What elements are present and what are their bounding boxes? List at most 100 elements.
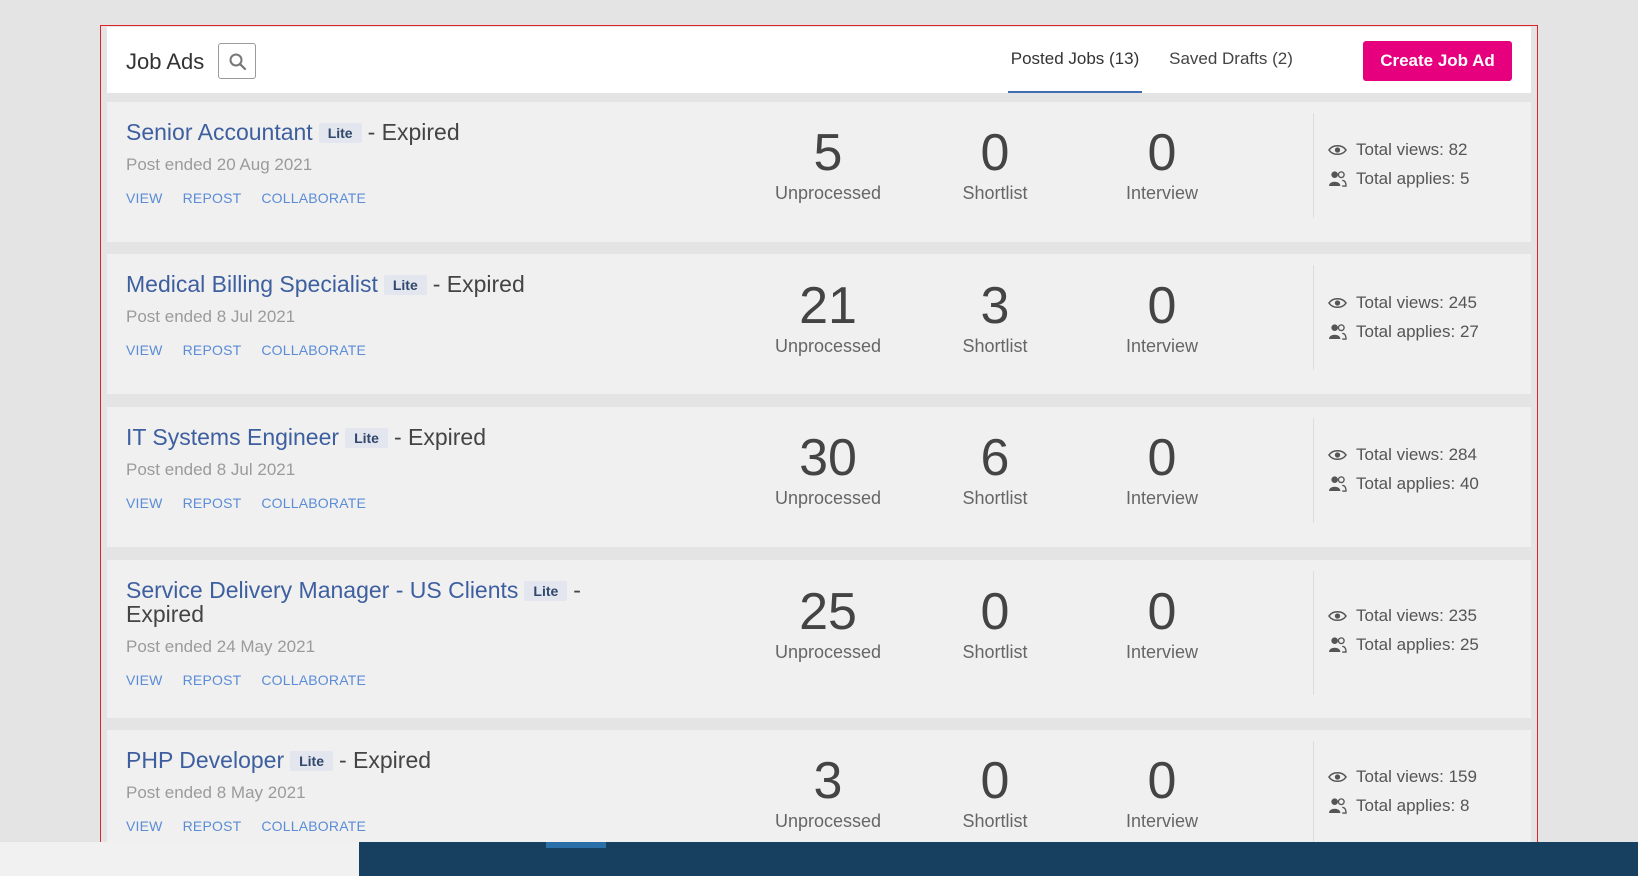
unprocessed-count: 5 [813, 124, 843, 182]
unprocessed-stat[interactable]: 25 Unprocessed [758, 585, 898, 663]
shortlist-count: 6 [980, 429, 1010, 487]
post-ended-date: Post ended 8 May 2021 [126, 783, 306, 802]
post-ended-date: Post ended 20 Aug 2021 [126, 155, 313, 174]
job-metrics: Total views: 284 Total applies: 40 [1328, 440, 1479, 498]
page-title: Job Ads [126, 49, 205, 74]
users-icon [1329, 637, 1347, 653]
collaborate-link[interactable]: COLLABORATE [261, 342, 366, 358]
job-title-link[interactable]: Senior Accountant [126, 119, 313, 145]
bottom-bar-left [0, 842, 359, 876]
shortlist-stat[interactable]: 0 Shortlist [925, 754, 1065, 832]
job-ads-panel: Job Ads Posted Jobs (13) Saved Drafts (2… [100, 25, 1538, 848]
unprocessed-label: Unprocessed [774, 336, 882, 356]
search-button[interactable] [218, 43, 256, 79]
interview-stat[interactable]: 0 Interview [1092, 126, 1232, 204]
interview-stat[interactable]: 0 Interview [1092, 754, 1232, 832]
job-title-link[interactable]: IT Systems Engineer [126, 424, 339, 450]
job-ads-header: Job Ads Posted Jobs (13) Saved Drafts (2… [107, 27, 1531, 93]
shortlist-count: 0 [980, 583, 1010, 641]
search-icon [229, 53, 247, 71]
unprocessed-stat[interactable]: 5 Unprocessed [758, 126, 898, 204]
tab-saved-drafts[interactable]: Saved Drafts (2) [1165, 27, 1297, 93]
post-ended-date: Post ended 24 May 2021 [126, 637, 316, 656]
divider [1313, 571, 1314, 695]
shortlist-label: Shortlist [962, 642, 1028, 662]
divider [1313, 741, 1314, 846]
shortlist-stat[interactable]: 0 Shortlist [925, 126, 1065, 204]
shortlist-stat[interactable]: 6 Shortlist [925, 431, 1065, 509]
lite-badge: Lite [318, 123, 362, 143]
repost-link[interactable]: REPOST [183, 818, 242, 834]
post-ended-date: Post ended 8 Jul 2021 [126, 460, 296, 479]
eye-icon [1328, 449, 1347, 460]
repost-link[interactable]: REPOST [183, 342, 242, 358]
job-metrics: Total views: 82 Total applies: 5 [1328, 135, 1469, 193]
eye-icon [1328, 610, 1347, 621]
view-link[interactable]: VIEW [126, 342, 163, 358]
job-card: PHP Developer Lite - Expired Post ended 8 … [107, 730, 1531, 847]
lite-badge: Lite [290, 751, 333, 771]
job-metrics: Total views: 235 Total applies: 25 [1328, 601, 1479, 659]
interview-label: Interview [1125, 183, 1199, 203]
total-views: Total views: 159 [1356, 766, 1477, 786]
interview-count: 0 [1147, 583, 1177, 641]
total-views: Total views: 235 [1356, 605, 1477, 625]
shortlist-stat[interactable]: 3 Shortlist [925, 279, 1065, 357]
unprocessed-count: 25 [799, 583, 857, 641]
collaborate-link[interactable]: COLLABORATE [261, 818, 366, 834]
view-link[interactable]: VIEW [126, 190, 163, 206]
view-link[interactable]: VIEW [126, 818, 163, 834]
collaborate-link[interactable]: COLLABORATE [261, 190, 366, 206]
shortlist-label: Shortlist [962, 336, 1028, 356]
interview-label: Interview [1125, 336, 1199, 356]
lite-badge: Lite [524, 581, 568, 601]
interview-label: Interview [1125, 488, 1199, 508]
total-applies: Total applies: 25 [1356, 634, 1479, 654]
shortlist-label: Shortlist [962, 183, 1028, 203]
interview-label: Interview [1125, 642, 1199, 662]
total-applies: Total applies: 27 [1356, 321, 1479, 341]
interview-count: 0 [1147, 124, 1177, 182]
collaborate-link[interactable]: COLLABORATE [261, 495, 366, 511]
tab-posted-jobs[interactable]: Posted Jobs (13) [1008, 27, 1142, 93]
lite-badge: Lite [383, 275, 427, 295]
shortlist-label: Shortlist [962, 488, 1028, 508]
unprocessed-stat[interactable]: 21 Unprocessed [758, 279, 898, 357]
interview-count: 0 [1147, 277, 1177, 335]
interview-label: Interview [1125, 811, 1199, 831]
bottom-bar-accent [546, 842, 606, 848]
interview-stat[interactable]: 0 Interview [1092, 585, 1232, 663]
total-views: Total views: 82 [1356, 139, 1468, 159]
view-link[interactable]: VIEW [126, 672, 163, 688]
interview-stat[interactable]: 0 Interview [1092, 431, 1232, 509]
divider [1313, 418, 1314, 523]
job-title-link[interactable]: Service Delivery Manager - US Clients [126, 577, 518, 603]
create-job-ad-button[interactable]: Create Job Ad [1363, 41, 1512, 81]
job-title-link[interactable]: PHP Developer [126, 747, 284, 773]
job-status: - Expired [339, 747, 432, 773]
job-card: Senior Accountant Lite - Expired Post ende… [107, 102, 1531, 242]
unprocessed-label: Unprocessed [774, 183, 882, 203]
unprocessed-stat[interactable]: 3 Unprocessed [758, 754, 898, 832]
repost-link[interactable]: REPOST [183, 495, 242, 511]
eye-icon [1328, 144, 1347, 155]
job-metrics: Total views: 159 Total applies: 8 [1328, 762, 1477, 820]
shortlist-stat[interactable]: 0 Shortlist [925, 585, 1065, 663]
job-status: - Expired [432, 271, 525, 297]
view-link[interactable]: VIEW [126, 495, 163, 511]
total-applies: Total applies: 5 [1356, 168, 1470, 188]
job-title-link[interactable]: Medical Billing Specialist [126, 271, 378, 297]
lite-badge: Lite [345, 428, 388, 448]
total-views: Total views: 284 [1356, 444, 1477, 464]
job-status: - Expired [393, 424, 486, 450]
repost-link[interactable]: REPOST [183, 672, 242, 688]
job-card: Service Delivery Manager - US Clients Lit… [107, 560, 1531, 718]
unprocessed-stat[interactable]: 30 Unprocessed [758, 431, 898, 509]
divider [1313, 113, 1314, 218]
shortlist-count: 0 [980, 752, 1010, 810]
job-card: Medical Billing Specialist Lite - Expired … [107, 254, 1531, 394]
repost-link[interactable]: REPOST [183, 190, 242, 206]
collaborate-link[interactable]: COLLABORATE [261, 672, 366, 688]
eye-icon [1328, 297, 1347, 308]
interview-stat[interactable]: 0 Interview [1092, 279, 1232, 357]
